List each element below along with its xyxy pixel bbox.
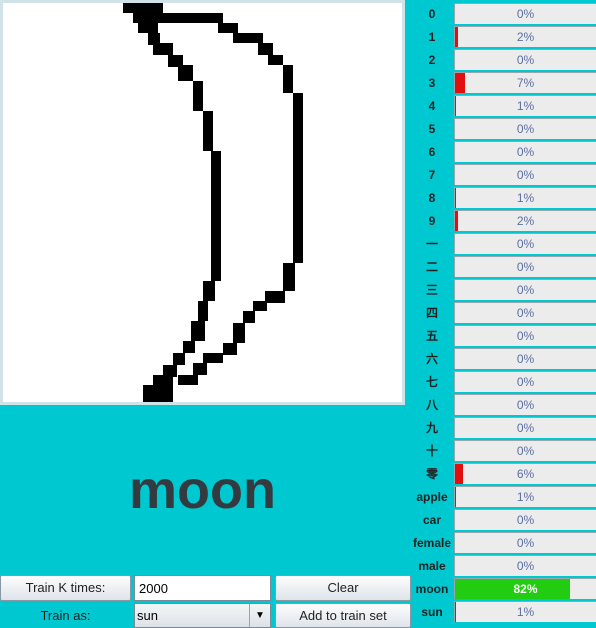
probability-bar: 0% [454,302,596,323]
class-label: male [418,559,446,573]
probability-bar: 0% [454,440,596,461]
probability-value: 1% [516,191,535,205]
class-label: 0 [428,7,436,21]
probability-bar: 0% [454,118,596,139]
train-k-times-button[interactable]: Train K times: [0,575,131,601]
probability-bar: 0% [454,233,596,254]
probability-value: 7% [516,76,535,90]
probability-value: 0% [516,260,535,274]
probability-value: 2% [516,214,535,228]
class-label: 6 [428,145,436,159]
probability-value: 2% [516,30,535,44]
probability-value: 0% [516,421,535,435]
probability-value: 0% [516,352,535,366]
probability-value: 1% [516,490,535,504]
probability-bar: 0% [454,3,596,24]
probability-bar: 0% [454,348,596,369]
probability-value: 6% [516,467,535,481]
class-label: car [422,513,442,527]
probability-bar: 0% [454,279,596,300]
probability-bar: 7% [454,72,596,93]
probability-bar: 1% [454,95,596,116]
probability-value: 0% [516,444,535,458]
probability-bar: 0% [454,256,596,277]
probability-bar: 0% [454,371,596,392]
class-label: sun [421,605,443,619]
class-label: 四 [425,306,438,320]
class-label: 六 [425,352,438,366]
probability-value: 0% [516,168,535,182]
drawing-canvas[interactable] [3,3,402,402]
probability-bar: 1% [454,486,596,507]
probability-value: 1% [516,605,535,619]
class-label: 2 [428,53,436,67]
class-label: female [412,536,452,550]
class-label: 4 [428,99,436,113]
probability-value: 0% [516,7,535,21]
probability-value: 0% [516,329,535,343]
train-as-dropdown[interactable]: sun ▼ [134,603,271,628]
class-label: 1 [428,30,436,44]
probability-value: 0% [516,513,535,527]
class-label: 7 [428,168,436,182]
class-label: 九 [425,421,438,435]
class-label: 三 [425,283,438,297]
class-label: 零 [425,467,438,481]
probability-value: 0% [516,536,535,550]
probability-value: 82% [513,582,538,596]
probability-bar: 0% [454,417,596,438]
train-as-label: Train as: [40,608,91,623]
train-k-input[interactable] [134,575,271,601]
probability-bar: 0% [454,394,596,415]
class-label: 5 [428,122,436,136]
probability-bar: 2% [454,210,596,231]
probability-value: 0% [516,375,535,389]
probability-value: 0% [516,306,535,320]
class-label: moon [415,582,449,596]
clear-button[interactable]: Clear [275,575,411,601]
class-label: 9 [428,214,436,228]
probability-value: 0% [516,122,535,136]
probability-value: 0% [516,53,535,67]
probability-bar: 82% [454,578,596,599]
prediction-label: moon [129,460,276,520]
probability-value: 0% [516,283,535,297]
class-label: 五 [425,329,438,343]
probability-bar: 0% [454,532,596,553]
class-label: 十 [425,444,438,458]
probability-bar: 0% [454,141,596,162]
probability-value: 0% [516,559,535,573]
class-label: 8 [428,191,436,205]
class-label: 二 [425,260,438,274]
train-as-value: sun [137,608,158,623]
class-label: 一 [425,237,438,251]
probability-bar: 0% [454,509,596,530]
class-label: apple [416,490,448,504]
probability-value: 0% [516,237,535,251]
probability-value: 0% [516,145,535,159]
probability-bar: 2% [454,26,596,47]
class-label: 七 [425,375,438,389]
probability-bar: 0% [454,164,596,185]
add-to-train-set-button[interactable]: Add to train set [275,603,411,628]
probability-bar: 1% [454,601,596,622]
drawn-moon-sketch [123,3,303,402]
probability-value: 0% [516,398,535,412]
chevron-down-icon[interactable]: ▼ [249,604,270,627]
class-label: 3 [428,76,436,90]
probability-value: 1% [516,99,535,113]
probability-bar: 0% [454,555,596,576]
probability-bar: 0% [454,325,596,346]
probability-bar: 6% [454,463,596,484]
class-label: 八 [425,398,438,412]
probability-bar: 1% [454,187,596,208]
probability-bar: 0% [454,49,596,70]
